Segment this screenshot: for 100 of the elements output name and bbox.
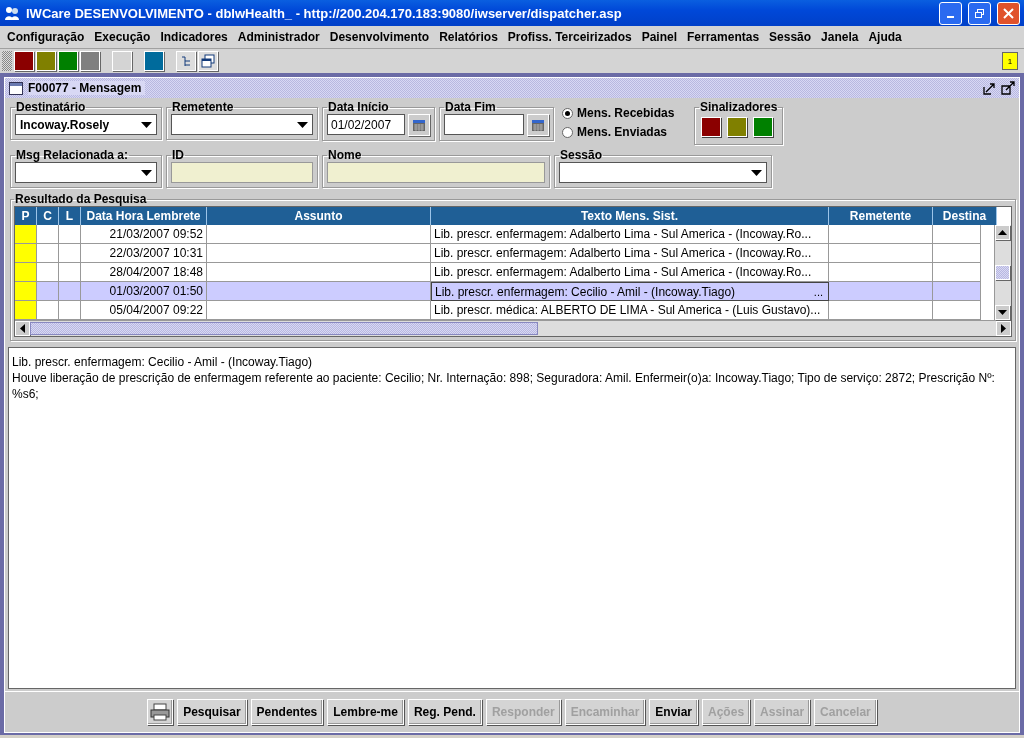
signal-button[interactable] xyxy=(701,117,721,137)
toolbar-swatch[interactable] xyxy=(112,51,132,71)
signal-button[interactable] xyxy=(727,117,747,137)
radio-option[interactable]: Mens. Enviadas xyxy=(562,125,686,139)
table-cell: Lib. prescr. enfermagem: Adalberto Lima - Sul America - (Incoway.Ro... xyxy=(434,265,812,279)
up-arrow-icon xyxy=(998,230,1007,235)
signal-button[interactable] xyxy=(753,117,773,137)
field-label: Destinatário xyxy=(15,100,87,114)
table-row[interactable]: 21/03/2007 09:52 Lib. prescr. enfermagem: Adalberto Lima - Sul America - (Incoway.Ro... xyxy=(15,225,994,244)
notification-badge[interactable]: 1 xyxy=(1002,52,1018,70)
dropdown-arrow-icon xyxy=(751,169,762,176)
people-icon xyxy=(4,5,20,21)
scroll-thumb[interactable] xyxy=(30,322,538,335)
column-header[interactable]: Destina xyxy=(933,207,997,225)
date-field[interactable]: 01/02/2007 xyxy=(327,114,405,135)
field-label: ID xyxy=(171,148,185,162)
calendar-button[interactable] xyxy=(408,114,430,136)
minimize-icon xyxy=(947,16,954,18)
menu-item[interactable]: Painel xyxy=(636,30,682,44)
close-icon xyxy=(1003,7,1014,19)
column-header[interactable]: Data Hora Lembrete xyxy=(81,207,207,225)
message-text: Houve liberação de prescrição de enfermagem referente ao paciente: Cecilio; Nr. Internação: 898; Seguradora: Amil. Enfermeir(o)a: Incoway.Tiago; Tipo de serviço: 2872; Prescrição Nº: %s6; xyxy=(12,370,996,402)
printer-icon xyxy=(150,703,171,721)
table-row[interactable]: 01/03/2007 01:50 Lib. prescr. enfermagem: Cecilio - Amil - (Incoway.Tiago) ... xyxy=(15,282,994,301)
menu-item[interactable]: Sessão xyxy=(764,30,817,44)
right-arrow-icon xyxy=(1001,324,1006,333)
toolbar-swatch[interactable] xyxy=(144,51,164,71)
toolbar-swatch[interactable] xyxy=(36,51,56,71)
print-button[interactable] xyxy=(147,699,174,725)
field-label: Sessão xyxy=(559,148,604,162)
cell-button[interactable]: ... xyxy=(811,285,825,298)
menu-item[interactable]: Profiss. Terceirizados xyxy=(502,30,637,44)
date-field[interactable] xyxy=(444,114,524,135)
dropdown[interactable] xyxy=(559,162,767,183)
action-button[interactable]: Pesquisar xyxy=(177,699,247,725)
message-text: Lib. prescr. enfermagem: Cecilio - Amil - (Incoway.Tiago) xyxy=(12,354,314,370)
radio-option[interactable]: Mens. Recebidas xyxy=(562,106,686,120)
dropdown[interactable] xyxy=(171,114,313,135)
field-label: Data Início xyxy=(327,100,390,114)
panel-title: Resultado da Pesquisa xyxy=(14,192,148,206)
dropdown-arrow-icon xyxy=(297,121,308,128)
column-header[interactable]: Texto Mens. Sist. xyxy=(431,207,829,225)
toolbar-swatch[interactable] xyxy=(58,51,78,71)
dropdown-arrow-icon xyxy=(141,121,152,128)
menu-item[interactable]: Ferramentas xyxy=(682,30,765,44)
field-label: Data Fim xyxy=(444,100,497,114)
column-header[interactable]: L xyxy=(59,207,81,225)
text-field[interactable] xyxy=(171,162,313,183)
table-cell: Lib. prescr. enfermagem: Adalberto Lima - Sul America - (Incoway.Ro... xyxy=(434,246,812,260)
action-button[interactable]: Enviar xyxy=(649,699,699,725)
field-label: Msg Relacionada a: xyxy=(15,148,130,162)
left-arrow-icon xyxy=(20,324,25,333)
menu-item[interactable]: Janela xyxy=(816,30,864,44)
restore-button[interactable] xyxy=(968,1,991,25)
menu-item[interactable]: Configuração xyxy=(2,30,90,44)
table-cell: 01/03/2007 01:50 xyxy=(81,282,207,301)
field-label: Remetente xyxy=(171,100,235,114)
minimize-button[interactable] xyxy=(939,1,962,25)
close-button[interactable] xyxy=(997,1,1020,25)
calendar-icon xyxy=(412,118,426,132)
frame-title: F00077 - Mensagem xyxy=(28,81,146,95)
table-row[interactable]: 22/03/2007 10:31 Lib. prescr. enfermagem: Adalberto Lima - Sul America - (Incoway.Ro... xyxy=(15,244,994,263)
field-label: Nome xyxy=(327,148,363,162)
dropdown[interactable]: Incoway.Rosely xyxy=(15,114,157,135)
window-title: IWCare DESENVOLVIMENTO - dbIwHealth_ - http://200.204.170.183:9080/iwserver/dispatcher.asp xyxy=(26,5,623,21)
text-field[interactable] xyxy=(327,162,545,183)
minimize-frame-icon[interactable] xyxy=(983,81,997,95)
column-header[interactable]: P xyxy=(15,207,37,225)
table-cell: 21/03/2007 09:52 xyxy=(81,225,207,244)
restore-frame-icon[interactable] xyxy=(1001,81,1015,95)
column-header[interactable]: Assunto xyxy=(207,207,431,225)
toolbar-swatch[interactable] xyxy=(80,51,100,71)
horizontal-scrollbar[interactable] xyxy=(15,320,1011,336)
dropdown[interactable] xyxy=(15,162,157,183)
tree-icon xyxy=(180,55,192,67)
calendar-button[interactable] xyxy=(527,114,549,136)
calendar-icon xyxy=(531,118,545,132)
action-button[interactable]: Reg. Pend. xyxy=(407,699,482,725)
toolbar-button[interactable] xyxy=(198,51,218,71)
menu-item[interactable]: Relatórios xyxy=(434,30,503,44)
menu-item[interactable]: Administrador xyxy=(232,30,325,44)
menu-item[interactable]: Desenvolvimento xyxy=(324,30,435,44)
window-icon xyxy=(9,81,23,95)
vertical-scrollbar[interactable] xyxy=(994,225,1011,320)
table-cell: Lib. prescr. médica: ALBERTO DE LIMA - Sul America - (Luis Gustavo)... xyxy=(434,303,821,317)
action-button[interactable]: Lembre-me xyxy=(327,699,404,725)
dropdown-arrow-icon xyxy=(141,169,152,176)
column-header[interactable]: C xyxy=(37,207,59,225)
column-header[interactable]: Remetente xyxy=(829,207,933,225)
menu-item[interactable]: Execução xyxy=(89,30,156,44)
down-arrow-icon xyxy=(998,310,1007,315)
toolbar-grip[interactable] xyxy=(2,51,12,71)
table-cell: Lib. prescr. enfermagem: Cecilio - Amil - (Incoway.Tiago) xyxy=(435,284,736,299)
restore-icon xyxy=(974,7,985,19)
action-button[interactable]: Pendentes xyxy=(250,699,324,725)
windows-icon xyxy=(201,54,215,68)
field-label: Sinalizadores xyxy=(699,100,779,114)
toolbar-swatch[interactable] xyxy=(14,51,34,71)
menu-item[interactable]: Ajuda xyxy=(863,30,907,44)
menu-item[interactable]: Indicadores xyxy=(155,30,233,44)
